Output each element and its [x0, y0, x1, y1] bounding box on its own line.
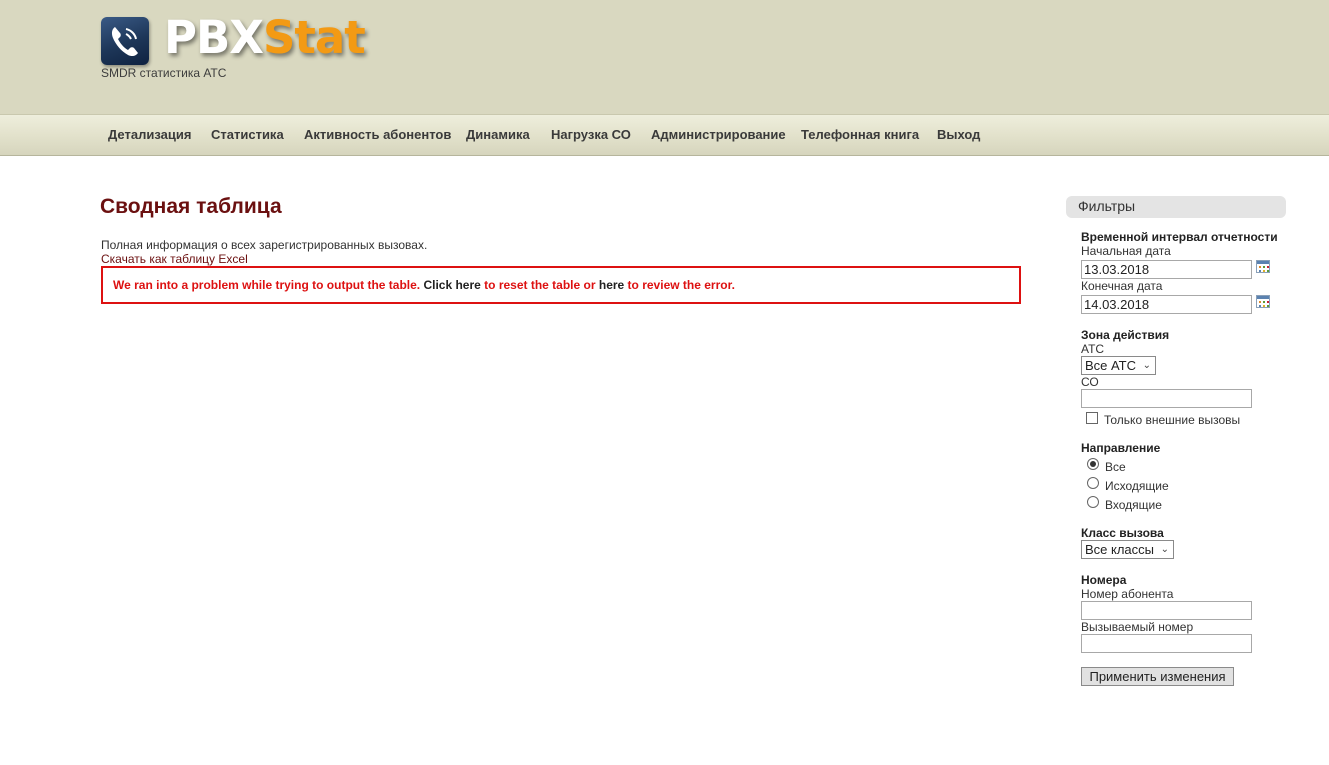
- apply-changes-button[interactable]: Применить изменения: [1081, 667, 1234, 686]
- pbx-label: АТС: [1081, 342, 1105, 356]
- subscriber-number-field[interactable]: [1081, 601, 1252, 620]
- direction-all-radio[interactable]: [1087, 458, 1099, 470]
- nav-item-details[interactable]: Детализация: [108, 127, 191, 142]
- direction-incoming-label: Входящие: [1105, 498, 1162, 512]
- nav-item-phonebook[interactable]: Телефонная книга: [801, 127, 919, 142]
- start-date-calendar-icon[interactable]: [1256, 260, 1270, 273]
- call-class-section-title: Класс вызова: [1081, 526, 1164, 540]
- end-date-field[interactable]: [1081, 295, 1252, 314]
- nav-item-subscriber-activity[interactable]: Активность абонентов: [304, 127, 451, 142]
- start-date-field[interactable]: [1081, 260, 1252, 279]
- direction-section-title: Направление: [1081, 441, 1161, 455]
- subscriber-number-label: Номер абонента: [1081, 587, 1174, 601]
- external-calls-only-checkbox[interactable]: [1086, 412, 1098, 424]
- call-class-select[interactable]: Все классы ⌄: [1081, 540, 1174, 559]
- direction-outgoing-label: Исходящие: [1105, 479, 1169, 493]
- chevron-down-icon: ⌄: [1142, 360, 1151, 371]
- nav-item-statistics[interactable]: Статистика: [211, 127, 284, 142]
- review-error-link[interactable]: here: [599, 278, 624, 292]
- reset-table-link[interactable]: Click here: [423, 278, 480, 292]
- call-class-select-value: Все классы: [1085, 542, 1155, 557]
- end-date-label: Конечная дата: [1081, 279, 1163, 293]
- error-text-2: to reset the table or: [480, 278, 599, 292]
- tagline: SMDR статистика АТС: [101, 66, 227, 80]
- external-calls-only-label: Только внешние вызовы: [1104, 413, 1241, 427]
- direction-outgoing-radio[interactable]: [1087, 477, 1099, 489]
- nav-item-logout[interactable]: Выход: [937, 127, 980, 142]
- nav-item-co-load[interactable]: Нагрузка СО: [551, 127, 631, 142]
- info-text: Полная информация о всех зарегистрирован…: [101, 238, 428, 252]
- pbx-select[interactable]: Все АТС ⌄: [1081, 356, 1156, 375]
- co-field[interactable]: [1081, 389, 1252, 408]
- header: PBXStat SMDR статистика АТС: [0, 0, 1329, 114]
- nav-item-dynamics[interactable]: Динамика: [466, 127, 530, 142]
- logo-pbx: PBX: [164, 11, 264, 64]
- page-title: Сводная таблица: [100, 195, 282, 218]
- nav-item-administration[interactable]: Администрирование: [651, 127, 786, 142]
- main-nav: Детализация Статистика Активность абонен…: [0, 114, 1329, 156]
- co-label: СО: [1081, 375, 1099, 389]
- direction-all-label: Все: [1105, 460, 1126, 474]
- numbers-section-title: Номера: [1081, 573, 1127, 587]
- interval-section-title: Временной интервал отчетности: [1081, 230, 1278, 244]
- zone-section-title: Зона действия: [1081, 328, 1170, 342]
- phone-logo-icon[interactable]: [101, 17, 149, 65]
- error-message: We ran into a problem while trying to ou…: [101, 266, 1021, 304]
- called-number-field[interactable]: [1081, 634, 1252, 653]
- error-text-1: We ran into a problem while trying to ou…: [113, 278, 424, 292]
- pbx-select-value: Все АТС: [1085, 358, 1136, 373]
- chevron-down-icon: ⌄: [1160, 544, 1169, 555]
- end-date-calendar-icon[interactable]: [1256, 295, 1270, 308]
- error-text-3: to review the error.: [624, 278, 735, 292]
- download-excel-link[interactable]: Скачать как таблицу Excel: [101, 252, 248, 266]
- direction-incoming-radio[interactable]: [1087, 496, 1099, 508]
- app-logo[interactable]: PBXStat: [164, 10, 366, 66]
- logo-stat: Stat: [262, 11, 366, 64]
- filters-heading: Фильтры: [1066, 196, 1286, 218]
- called-number-label: Вызываемый номер: [1081, 620, 1194, 634]
- start-date-label: Начальная дата: [1081, 244, 1171, 258]
